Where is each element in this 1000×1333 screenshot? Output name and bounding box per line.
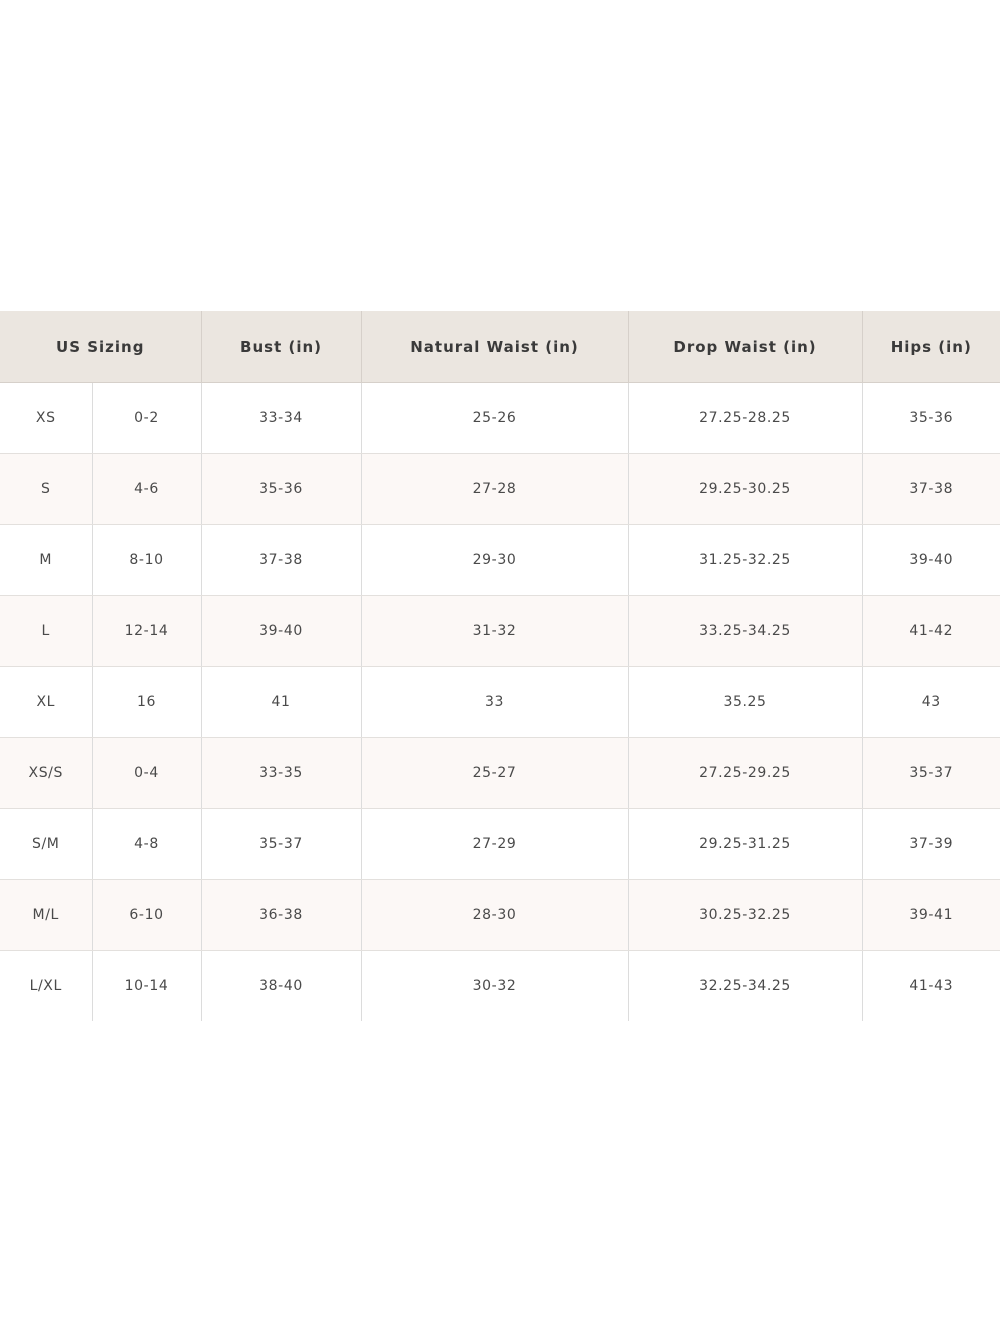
- drop-waist-cell: 30.25-32.25: [627, 879, 863, 951]
- hips-cell: 37-39: [861, 808, 1000, 880]
- natural-waist-cell: 30-32: [360, 950, 629, 1021]
- us-size-cell: 6-10: [91, 879, 202, 951]
- drop-waist-cell: 29.25-30.25: [627, 453, 863, 525]
- hips-cell: 37-38: [861, 453, 1000, 525]
- bust-cell: 35-36: [200, 453, 362, 525]
- us-size-cell: 4-8: [91, 808, 202, 880]
- us-size-cell: 0-2: [91, 382, 202, 454]
- table-row: S 4-6 35-36 27-28 29.25-30.25 37-38: [0, 453, 1000, 525]
- natural-waist-cell: 29-30: [360, 524, 629, 596]
- bust-cell: 33-35: [200, 737, 362, 809]
- header-bust: Bust (in): [200, 311, 362, 383]
- size-label-cell: M: [0, 524, 92, 596]
- hips-cell: 35-36: [861, 382, 1000, 454]
- table-row: XL 16 41 33 35.25 43: [0, 666, 1000, 738]
- header-natural-waist: Natural Waist (in): [360, 311, 629, 383]
- bust-cell: 36-38: [200, 879, 362, 951]
- size-label-cell: M/L: [0, 879, 92, 951]
- size-label-cell: XS/S: [0, 737, 92, 809]
- us-size-cell: 16: [91, 666, 202, 738]
- bust-cell: 35-37: [200, 808, 362, 880]
- bust-cell: 39-40: [200, 595, 362, 667]
- drop-waist-cell: 27.25-29.25: [627, 737, 863, 809]
- table-row: S/M 4-8 35-37 27-29 29.25-31.25 37-39: [0, 808, 1000, 880]
- us-size-cell: 0-4: [91, 737, 202, 809]
- us-size-cell: 8-10: [91, 524, 202, 596]
- bust-cell: 33-34: [200, 382, 362, 454]
- size-label-cell: S/M: [0, 808, 92, 880]
- natural-waist-cell: 25-26: [360, 382, 629, 454]
- size-label-cell: XL: [0, 666, 92, 738]
- us-size-cell: 4-6: [91, 453, 202, 525]
- table-row: L 12-14 39-40 31-32 33.25-34.25 41-42: [0, 595, 1000, 667]
- hips-cell: 43: [861, 666, 1000, 738]
- bust-cell: 37-38: [200, 524, 362, 596]
- natural-waist-cell: 25-27: [360, 737, 629, 809]
- natural-waist-cell: 28-30: [360, 879, 629, 951]
- table-row: L/XL 10-14 38-40 30-32 32.25-34.25 41-43: [0, 950, 1000, 1021]
- drop-waist-cell: 35.25: [627, 666, 863, 738]
- drop-waist-cell: 31.25-32.25: [627, 524, 863, 596]
- size-label-cell: XS: [0, 382, 92, 454]
- hips-cell: 39-41: [861, 879, 1000, 951]
- header-hips: Hips (in): [861, 311, 1000, 383]
- hips-cell: 35-37: [861, 737, 1000, 809]
- hips-cell: 41-42: [861, 595, 1000, 667]
- bust-cell: 41: [200, 666, 362, 738]
- size-chart-table: US Sizing Bust (in) Natural Waist (in) D…: [0, 311, 1000, 1021]
- natural-waist-cell: 27-28: [360, 453, 629, 525]
- hips-cell: 39-40: [861, 524, 1000, 596]
- natural-waist-cell: 27-29: [360, 808, 629, 880]
- drop-waist-cell: 33.25-34.25: [627, 595, 863, 667]
- header-drop-waist: Drop Waist (in): [627, 311, 863, 383]
- table-row: XS 0-2 33-34 25-26 27.25-28.25 35-36: [0, 382, 1000, 454]
- us-size-cell: 10-14: [91, 950, 202, 1021]
- drop-waist-cell: 29.25-31.25: [627, 808, 863, 880]
- us-size-cell: 12-14: [91, 595, 202, 667]
- natural-waist-cell: 31-32: [360, 595, 629, 667]
- table-row: M/L 6-10 36-38 28-30 30.25-32.25 39-41: [0, 879, 1000, 951]
- natural-waist-cell: 33: [360, 666, 629, 738]
- size-rows: XS 0-2 33-34 25-26 27.25-28.25 35-36 S 4-6 35-36…: [0, 382, 1000, 1021]
- size-label-cell: L/XL: [0, 950, 92, 1021]
- bust-cell: 38-40: [200, 950, 362, 1021]
- header-us-sizing: US Sizing: [0, 311, 202, 383]
- size-label-cell: L: [0, 595, 92, 667]
- header-row: US Sizing Bust (in) Natural Waist (in) D…: [0, 311, 1000, 383]
- drop-waist-cell: 32.25-34.25: [627, 950, 863, 1021]
- hips-cell: 41-43: [861, 950, 1000, 1021]
- drop-waist-cell: 27.25-28.25: [627, 382, 863, 454]
- table-row: XS/S 0-4 33-35 25-27 27.25-29.25 35-37: [0, 737, 1000, 809]
- size-label-cell: S: [0, 453, 92, 525]
- table-row: M 8-10 37-38 29-30 31.25-32.25 39-40: [0, 524, 1000, 596]
